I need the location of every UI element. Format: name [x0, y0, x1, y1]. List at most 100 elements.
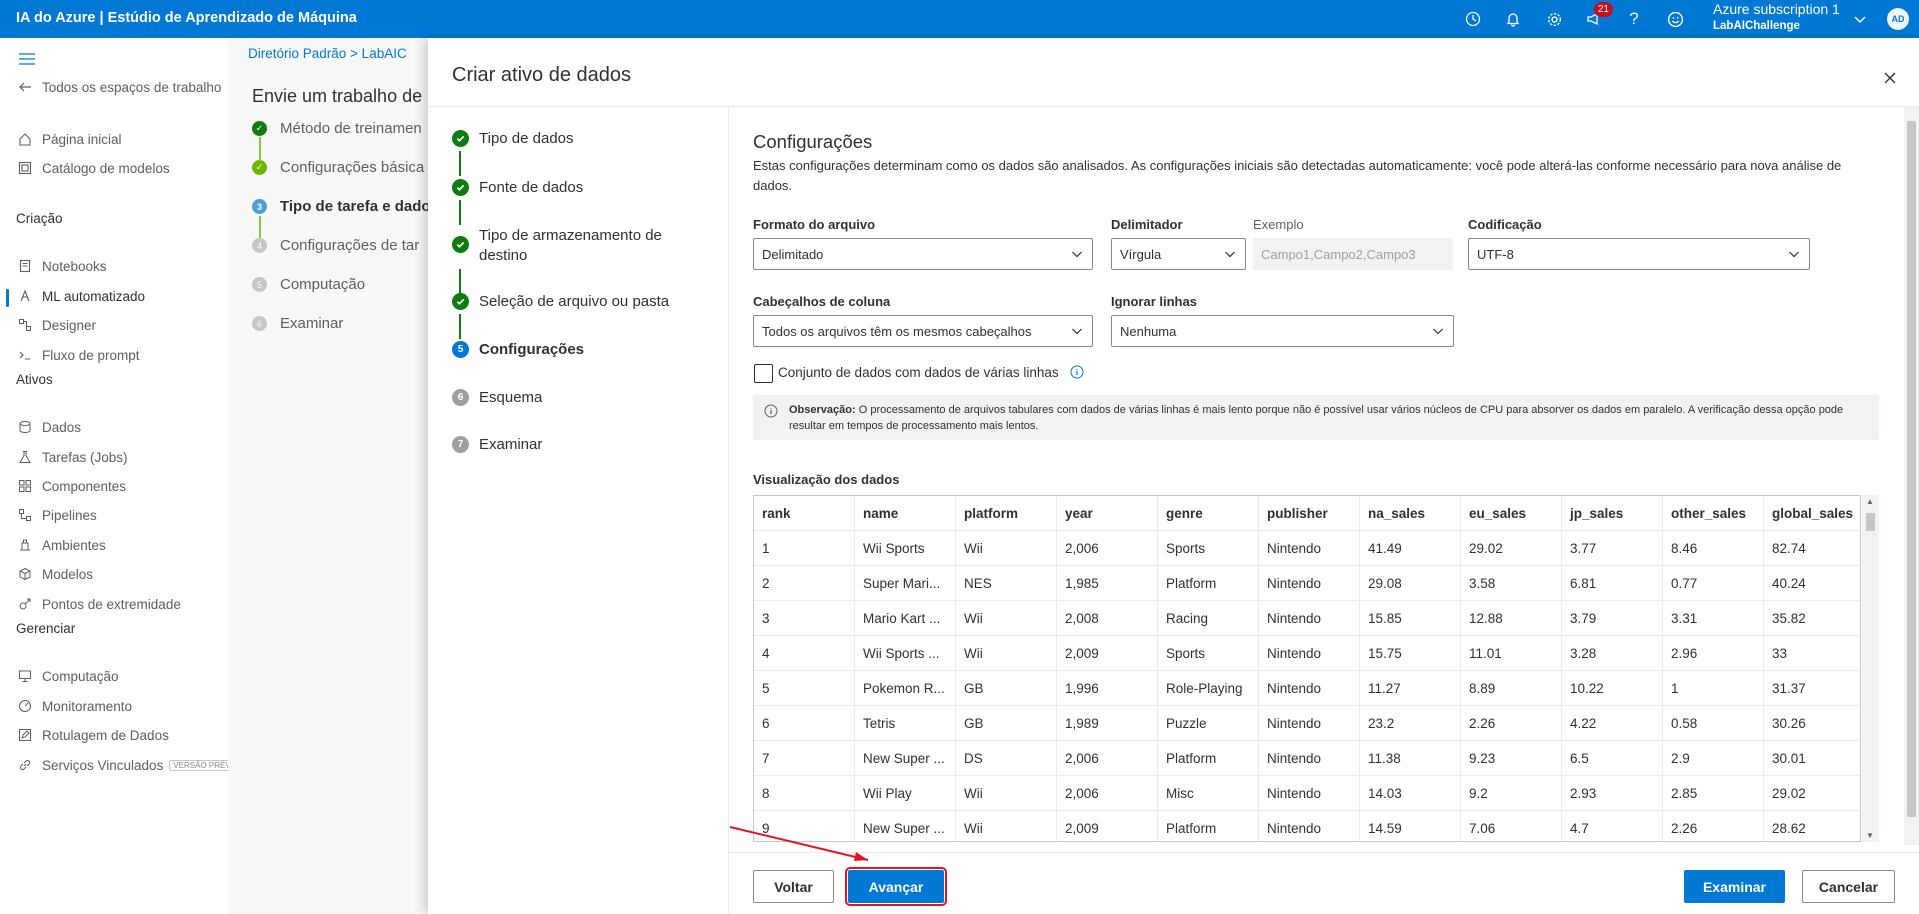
table-scrollbar[interactable]: ▲ ▼	[1862, 495, 1879, 842]
step-number: 5	[452, 341, 469, 358]
chevron-down-icon	[1431, 324, 1445, 338]
bg-step-5[interactable]: 5 Computação	[252, 276, 365, 293]
chevron-down-icon[interactable]	[1849, 8, 1871, 30]
feedback-megaphone-icon[interactable]: 21	[1583, 2, 1613, 30]
dropdown-value: Vírgula	[1120, 246, 1162, 262]
bg-step-2[interactable]: ✓ Configurações básica	[252, 159, 424, 176]
sidebar-item-notebooks[interactable]: Notebooks	[16, 253, 107, 279]
top-bar: IA do Azure | Estúdio de Aprendizado de …	[0, 0, 1919, 38]
example-label: Exemplo	[1253, 217, 1304, 232]
multiline-checkbox-label[interactable]: Conjunto de dados com dados de várias li…	[778, 365, 1059, 380]
table-cell: Nintendo	[1259, 636, 1360, 671]
table-cell: 11.38	[1360, 741, 1461, 776]
wizard-step-review[interactable]: 7 Examinar	[452, 435, 542, 455]
skip-rows-dropdown[interactable]: Nenhuma	[1111, 315, 1454, 347]
smiley-icon[interactable]	[1664, 8, 1686, 30]
sidebar-item-endpoints[interactable]: Pontos de extremidade	[16, 591, 181, 617]
section-manage: Gerenciar	[16, 621, 76, 636]
sidebar-item-compute[interactable]: Computação	[16, 663, 119, 689]
dropdown-value: Nenhuma	[1120, 323, 1177, 339]
data-preview-title: Visualização dos dados	[753, 472, 900, 487]
wizard-step-schema[interactable]: 6 Esquema	[452, 388, 542, 408]
step-number: 7	[452, 436, 469, 453]
sidebar-item-pipelines[interactable]: Pipelines	[16, 502, 97, 528]
sidebar-item-label: Notebooks	[42, 258, 107, 274]
scrollbar-thumb[interactable]	[1866, 513, 1875, 531]
sidebar-item-prompt-flow[interactable]: Fluxo de prompt	[16, 342, 140, 368]
hamburger-menu-icon[interactable]	[18, 52, 36, 69]
wizard-step-data-source[interactable]: Fonte de dados	[452, 178, 583, 198]
multiline-checkbox[interactable]	[754, 364, 773, 383]
bg-step-1[interactable]: ✓ Método de treinamen	[252, 120, 422, 137]
check-icon	[452, 293, 469, 310]
table-cell: Platform	[1158, 741, 1259, 776]
wizard-step-file-selection[interactable]: Seleção de arquivo ou pasta	[452, 292, 669, 312]
column-header: name	[855, 496, 956, 531]
sidebar-item-data-labeling[interactable]: Rotulagem de Dados	[16, 722, 169, 748]
table-cell: 2	[754, 566, 855, 601]
table-header-row: rank name platform year genre publisher na_sal…	[754, 496, 1860, 531]
review-button[interactable]: Examinar	[1684, 870, 1785, 903]
file-format-dropdown[interactable]: Delimitado	[753, 238, 1093, 270]
table-cell: 8.89	[1461, 671, 1562, 706]
wizard-step-storage-type[interactable]: Tipo de armazenamento de destino	[452, 226, 682, 266]
avatar[interactable]: AD	[1887, 8, 1909, 30]
sidebar-item-components[interactable]: Componentes	[16, 473, 126, 499]
app-title[interactable]: IA do Azure | Estúdio de Aprendizado de …	[16, 10, 357, 26]
column-header: eu_sales	[1461, 496, 1562, 531]
sidebar-item-models[interactable]: Modelos	[16, 561, 93, 587]
table-cell: Wii Sports ...	[855, 636, 956, 671]
sidebar-item-monitoring[interactable]: Monitoramento	[16, 693, 132, 719]
bg-step-4[interactable]: 4 Configurações de tar	[252, 237, 419, 254]
background-page: Diretório Padrão > LabAIC Envie um traba…	[228, 38, 431, 914]
wizard-step-data-type[interactable]: Tipo de dados	[452, 129, 574, 149]
sidebar-item-environments[interactable]: Ambientes	[16, 532, 106, 558]
sidebar-item-label: Ambientes	[42, 537, 106, 553]
info-icon[interactable]	[1069, 364, 1085, 380]
sidebar-item-label: Dados	[42, 419, 82, 435]
bg-step-label: Examinar	[280, 315, 344, 332]
sidebar-item-linked-services[interactable]: Serviços Vinculados VERSÃO PRÉVIA	[16, 752, 243, 778]
scroll-down-icon[interactable]: ▼	[1866, 831, 1874, 840]
delimiter-dropdown[interactable]: Vírgula	[1111, 238, 1246, 270]
encoding-dropdown[interactable]: UTF-8	[1468, 238, 1810, 270]
clock-icon[interactable]	[1462, 8, 1484, 30]
table-cell: 15.85	[1360, 601, 1461, 636]
table-cell: 29.02	[1764, 776, 1860, 811]
bell-icon[interactable]	[1502, 8, 1524, 30]
prompt-icon	[16, 346, 34, 364]
back-button[interactable]: Voltar	[753, 870, 834, 903]
sidebar-item-designer[interactable]: Designer	[16, 312, 96, 338]
scroll-up-icon[interactable]: ▲	[1866, 497, 1874, 506]
bg-step-6[interactable]: 6 Examinar	[252, 315, 343, 332]
back-to-workspaces-link[interactable]: Todos os espaços de trabalho	[16, 74, 221, 100]
help-icon[interactable]: ?	[1623, 8, 1645, 30]
table-cell: 82.74	[1764, 531, 1860, 566]
sidebar-item-home[interactable]: Página inicial	[16, 126, 122, 152]
table-cell: Sports	[1158, 636, 1259, 671]
label-edit-icon	[16, 726, 34, 744]
sidebar-item-model-catalog[interactable]: Catálogo de modelos	[16, 155, 170, 181]
scrollbar-thumb[interactable]	[1907, 121, 1916, 817]
panel-scrollbar[interactable]	[1904, 107, 1919, 845]
link-icon	[16, 756, 34, 774]
close-icon[interactable]	[1879, 67, 1901, 89]
column-headers-dropdown[interactable]: Todos os arquivos têm os mesmos cabeçalh…	[753, 315, 1093, 347]
wizard-step-settings[interactable]: 5 Configurações	[452, 340, 584, 360]
table-cell: 4.22	[1562, 706, 1663, 741]
table-row: 1 Wii Sports Wii 2,006 Sports Nintendo 41.49 29…	[754, 531, 1860, 566]
next-button[interactable]: Avançar	[845, 867, 947, 906]
chevron-down-icon	[1223, 247, 1237, 261]
check-icon	[452, 130, 469, 147]
bg-step-3[interactable]: 3 Tipo de tarefa e dado	[252, 198, 431, 215]
table-cell: 9.2	[1461, 776, 1562, 811]
sidebar-item-jobs[interactable]: Tarefas (Jobs)	[16, 444, 128, 470]
sidebar-item-automated-ml[interactable]: ML automatizado	[16, 283, 145, 309]
sidebar-item-data[interactable]: Dados	[16, 414, 81, 440]
table-cell: 11.27	[1360, 671, 1461, 706]
gear-icon[interactable]	[1543, 8, 1565, 30]
account-info[interactable]: Azure subscription 1 LabAIChallenge	[1713, 1, 1840, 35]
table-cell: DS	[956, 741, 1057, 776]
breadcrumb[interactable]: Diretório Padrão > LabAIC	[248, 46, 407, 61]
cancel-button[interactable]: Cancelar	[1802, 870, 1895, 903]
